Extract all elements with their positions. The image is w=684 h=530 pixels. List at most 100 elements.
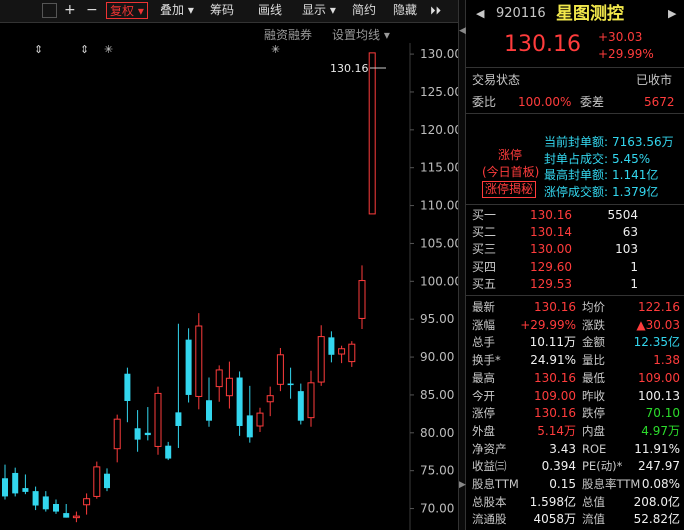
bid-price[interactable]: 129.60	[530, 260, 572, 275]
candle-body[interactable]	[348, 343, 356, 363]
limit-up-badge: 涨停	[498, 148, 523, 162]
candle-body[interactable]	[53, 504, 59, 512]
stat-value: 130.16	[534, 370, 576, 385]
candle-body[interactable]	[276, 354, 284, 385]
weibi-label: 委比	[472, 95, 497, 109]
candle-body[interactable]	[246, 415, 253, 438]
candles-group	[2, 52, 376, 523]
stat-label: 流值	[582, 512, 605, 527]
zoom-in-button[interactable]: +	[64, 2, 76, 19]
next-stock-icon[interactable]: ▶	[668, 6, 676, 21]
bid-level-label: 买三	[472, 242, 497, 257]
stat-label: 净资产	[472, 441, 507, 456]
candle-body[interactable]	[72, 515, 80, 519]
candle-body[interactable]	[124, 373, 131, 401]
candle-body[interactable]	[215, 369, 223, 388]
candle-body[interactable]	[328, 337, 335, 355]
bid-price[interactable]: 130.14	[530, 225, 572, 240]
set-ma-dropdown[interactable]: 设置均线 ▾	[332, 26, 390, 43]
candle-body[interactable]	[2, 478, 8, 497]
candlestick-chart[interactable]: 130.00 125.00 120.00 115.00 110.00 105.00 100.…	[0, 43, 458, 530]
stat-value: 3.43	[549, 441, 576, 456]
price-change: +30.03	[598, 30, 643, 44]
candle-body[interactable]	[317, 336, 325, 383]
candle-body[interactable]	[83, 498, 91, 506]
candle-body[interactable]	[32, 491, 39, 506]
candle-body[interactable]	[12, 472, 19, 494]
stat-label: 最新	[472, 300, 495, 314]
limit-up-stat-label: 当前封单额:	[544, 135, 609, 149]
candle-body[interactable]	[22, 488, 29, 492]
stat-value: 4058万	[533, 512, 576, 527]
collapse-right-icon[interactable]: ▶	[459, 480, 466, 490]
display-dropdown[interactable]: 显示 ▾	[302, 2, 336, 19]
candle-body[interactable]	[154, 392, 162, 447]
collapse-left-icon[interactable]: ◀	[459, 26, 466, 36]
stat-label: 涨幅	[472, 317, 495, 332]
stat-label: 内盘	[582, 423, 605, 438]
candle-body[interactable]	[297, 391, 304, 421]
limit-up-reveal-button[interactable]: 涨停揭秘	[482, 181, 537, 198]
candle-body[interactable]	[307, 382, 315, 419]
stat-value: 122.16	[638, 300, 680, 314]
stat-value: 10.11万	[529, 335, 576, 350]
draw-line-button[interactable]: 画线	[258, 2, 282, 19]
limit-up-stat-value: 7163.56万	[612, 135, 674, 149]
stock-name: 星图测控	[556, 4, 624, 24]
stat-value: 12.35亿	[633, 335, 680, 350]
fuquan-dropdown[interactable]: 复权 ▾	[106, 2, 148, 19]
bid-price[interactable]: 130.00	[530, 242, 572, 257]
bid-volume: 103	[615, 242, 638, 257]
prev-stock-icon[interactable]: ◀	[476, 6, 484, 21]
candle-body[interactable]	[256, 412, 264, 427]
candle-body[interactable]	[144, 432, 151, 436]
margin-trading-button[interactable]: 融资融券	[264, 26, 312, 43]
stat-value: ▲30.03	[636, 317, 680, 332]
bid-price[interactable]: 129.53	[530, 277, 572, 292]
stat-label: 跌停	[582, 406, 605, 421]
more-icon[interactable]: ⏵⏵	[430, 2, 441, 19]
candle-body[interactable]	[113, 418, 121, 450]
bid-level-label: 买二	[472, 225, 497, 240]
stat-value: 4.97万	[641, 423, 680, 438]
bid-price[interactable]: 130.16	[530, 208, 572, 223]
candle-body[interactable]	[287, 383, 294, 386]
stat-label: 最低	[582, 370, 605, 385]
hide-button[interactable]: 隐藏	[393, 2, 417, 19]
candle-body[interactable]	[42, 496, 49, 510]
candle-body[interactable]	[175, 412, 182, 426]
weicha-label: 委差	[580, 95, 605, 109]
bid-volume: 1	[630, 276, 638, 291]
simple-button[interactable]: 简约	[352, 2, 376, 19]
candle-body[interactable]	[225, 377, 233, 397]
y-tick-label: 90.00	[420, 350, 454, 364]
candle-body[interactable]	[185, 339, 192, 395]
candle-body[interactable]	[368, 52, 376, 215]
overlay-dropdown[interactable]: 叠加 ▾	[160, 2, 194, 19]
candle-body[interactable]	[134, 428, 141, 440]
y-axis-ticks: 130.00 125.00 120.00 115.00 110.00 105.00 100.…	[410, 47, 458, 516]
y-tick-label: 100.00	[420, 274, 458, 288]
candle-body[interactable]	[236, 377, 243, 426]
stat-value: 109.00	[638, 370, 680, 385]
limit-up-first-board: (今日首板)	[482, 165, 540, 179]
chips-button[interactable]: 筹码	[210, 2, 234, 19]
candle-body[interactable]	[266, 395, 274, 403]
candle-body[interactable]	[358, 280, 366, 319]
y-tick-label: 105.00	[420, 236, 458, 250]
stat-value: 52.82亿	[633, 512, 680, 527]
candle-body[interactable]	[165, 445, 172, 459]
panel-splitter[interactable]: ◀ ▶	[458, 0, 466, 530]
candle-body[interactable]	[104, 473, 110, 489]
candle-body[interactable]	[63, 513, 70, 518]
y-tick-label: 125.00	[420, 85, 458, 99]
stat-value: 0.394	[541, 459, 576, 474]
grid-icon[interactable]	[42, 3, 57, 18]
candle-body[interactable]	[338, 348, 346, 355]
bid-volume: 63	[622, 225, 638, 240]
candle-body[interactable]	[195, 325, 203, 397]
candle-body[interactable]	[206, 400, 212, 421]
quote-panel: ◀ 920116 星图测控 ▶ 130.16 +30.03 +29.99% 交易…	[466, 0, 684, 530]
candle-body[interactable]	[93, 466, 101, 497]
zoom-out-button[interactable]: −	[86, 2, 98, 19]
